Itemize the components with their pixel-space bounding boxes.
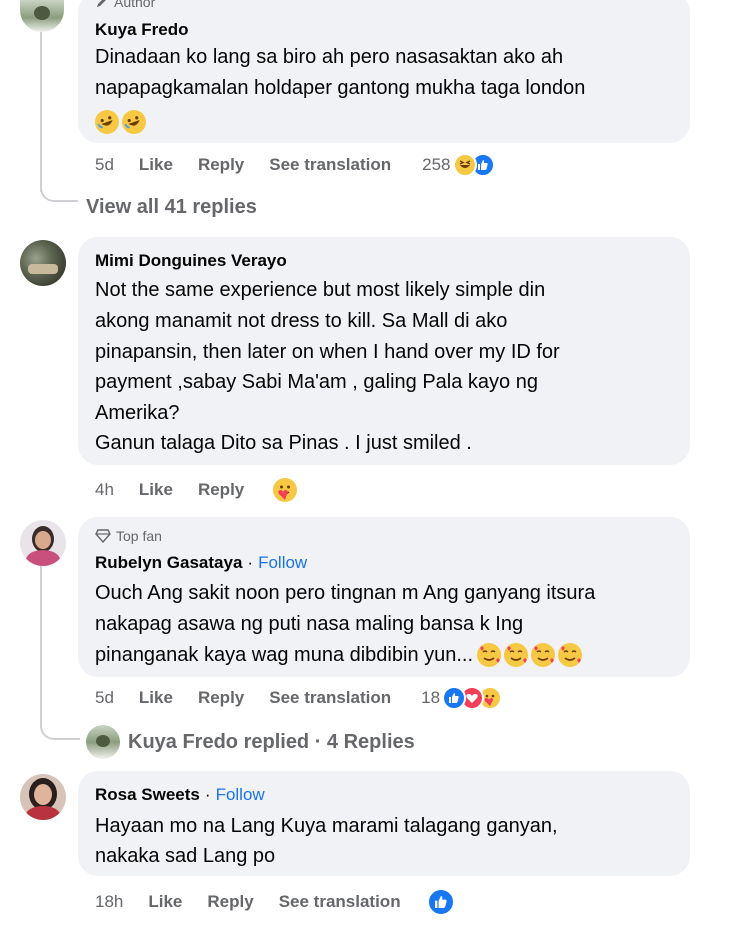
smiling-hearts-emoji-icon [477,643,502,668]
avatar[interactable] [20,240,66,286]
replies-summary-label[interactable]: Kuya Fredo replied · 4 Replies [128,731,415,754]
comment-text-line: nakaka sad Lang po [95,845,276,867]
comment-emojis [91,106,150,138]
top-fan-badge: Top fan [95,528,162,544]
badge-label: Top fan [116,528,162,544]
rofl-emoji-icon [91,106,123,138]
comment-text-line: Amerika? [95,402,180,424]
like-reaction-icon[interactable] [426,888,455,916]
replies-summary[interactable]: Kuya Fredo replied · 4 Replies [86,725,415,759]
thread-line [40,566,42,714]
like-reaction-icon [442,686,467,710]
reply-button[interactable]: Reply [198,480,244,500]
reactions[interactable] [452,153,495,177]
comment-emojis [477,643,583,668]
comment-actions: 5d Like Reply See translation 258 [95,153,495,177]
see-translation-button[interactable]: See translation [279,892,401,912]
follow-button[interactable]: Follow [216,785,265,805]
avatar[interactable] [20,520,66,566]
thread-line [40,32,42,192]
like-button[interactable]: Like [139,688,173,708]
reply-button[interactable]: Reply [207,892,253,912]
avatar [86,725,120,759]
smiling-hearts-emoji-icon [504,643,529,668]
comment-timestamp[interactable]: 5d [95,688,114,708]
thread-curve [40,700,80,740]
badge-label: Author [114,0,156,10]
comment-text-line: pinapansin, then later on when I hand ov… [95,341,560,363]
comment-author[interactable]: Mimi Donguines Verayo [95,251,287,271]
see-translation-button[interactable]: See translation [269,688,391,708]
reactions[interactable] [442,686,503,710]
reaction-count[interactable]: 258 [422,155,450,175]
comment-text-line: payment ,sabay Sabi Ma'am , galing Pala … [95,371,538,393]
comment-text-line: Not the same experience but most likely … [95,279,546,301]
author-badge: Author [95,0,155,10]
comment-text-line: Ouch Ang sakit noon pero tingnan m Ang g… [95,582,596,604]
comment-author-row: Rosa Sweets · Follow [95,785,265,805]
comment-actions: 18h Like Reply See translation [95,888,455,916]
avatar[interactable] [20,0,64,32]
comment-text-line: pinanganak kaya wag muna dibdibin yun... [95,644,474,666]
like-button[interactable]: Like [139,155,173,175]
reaction-count[interactable]: 18 [421,688,440,708]
view-all-replies-link[interactable]: View all 41 replies [86,196,257,219]
comment-author[interactable]: Kuya Fredo [95,20,189,40]
care-reaction-icon[interactable] [271,476,300,504]
comment-text-line: nakapag asawa ng puti nasa maling bansa … [95,613,524,635]
comment-timestamp[interactable]: 4h [95,480,114,500]
reply-button[interactable]: Reply [198,688,244,708]
comment-author[interactable]: Rubelyn Gasataya [95,553,242,573]
like-button[interactable]: Like [148,892,182,912]
like-button[interactable]: Like [139,480,173,500]
comment-text-line: Hayaan mo na Lang Kuya marami talagang g… [95,815,558,837]
rofl-emoji-icon [118,106,150,138]
comment-actions: 4h Like Reply [95,476,300,504]
comment-actions: 5d Like Reply See translation 18 [95,686,503,710]
see-translation-button[interactable]: See translation [269,155,391,175]
haha-reaction-icon [452,153,477,177]
thread-curve [40,176,78,202]
comment-timestamp[interactable]: 18h [95,892,123,912]
comment-text-row: pinanganak kaya wag muna dibdibin yun... [95,640,583,671]
smiling-hearts-emoji-icon [558,643,583,668]
comment-author[interactable]: Rosa Sweets [95,785,200,805]
comment-author-row: Rubelyn Gasataya · Follow [95,553,307,573]
diamond-icon [95,529,111,543]
pen-icon [97,0,106,7]
follow-button[interactable]: Follow [258,553,307,573]
comment-text-line: akong manamit not dress to kill. Sa Mall… [95,310,508,332]
comment-text-line: Ganun talaga Dito sa Pinas . I just smil… [95,432,472,454]
separator: · [204,785,211,804]
comment-text-line: Dinadaan ko lang sa biro ah pero nasasak… [95,46,564,68]
smiling-hearts-emoji-icon [531,643,556,668]
separator: · [247,553,254,572]
reply-button[interactable]: Reply [198,155,244,175]
comment-text-line: napapagkamalan holdaper gantong mukha ta… [95,77,586,99]
comment-timestamp[interactable]: 5d [95,155,114,175]
avatar[interactable] [20,774,66,820]
